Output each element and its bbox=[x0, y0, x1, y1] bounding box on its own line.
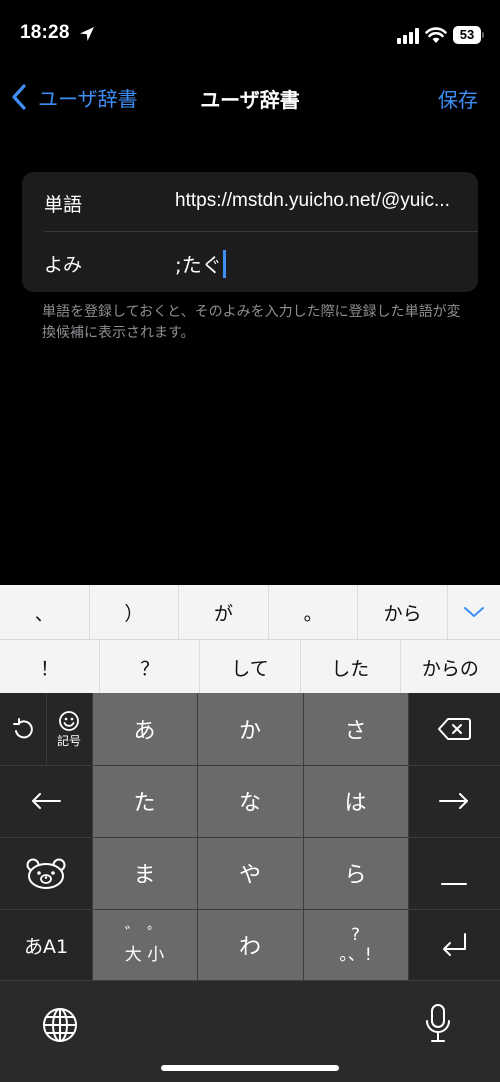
expand-candidates-button[interactable] bbox=[448, 585, 500, 639]
dictionary-entry-form: 単語 https://mstdn.yuicho.net/@yuic... よみ … bbox=[22, 172, 478, 292]
undo-icon bbox=[13, 718, 33, 739]
battery-icon: 53 bbox=[453, 26, 484, 44]
status-time: 18:28 bbox=[20, 22, 70, 43]
candidate-row-2: ！ ？ して した からの bbox=[0, 639, 500, 694]
return-key[interactable] bbox=[408, 909, 500, 981]
input-mode-key[interactable]: あA1 bbox=[0, 909, 92, 981]
candidate-item[interactable]: した bbox=[301, 640, 401, 694]
wifi-icon bbox=[425, 27, 447, 43]
kana-key-na[interactable]: な bbox=[197, 765, 303, 837]
text-cursor bbox=[222, 249, 226, 278]
symbol-key-label: 記号 bbox=[56, 733, 81, 748]
globe-icon[interactable] bbox=[42, 1007, 78, 1043]
candidate-item[interactable]: から bbox=[358, 585, 448, 639]
candidate-item[interactable]: ！ bbox=[0, 640, 101, 694]
candidate-item[interactable]: ） bbox=[90, 585, 180, 639]
candidate-bar: 、 ） が 。 から ！ ？ して した からの bbox=[0, 585, 500, 694]
return-icon bbox=[443, 933, 466, 956]
kana-key-wa[interactable]: わ bbox=[197, 909, 303, 981]
punctuation-key[interactable]: ? 。、! bbox=[303, 909, 408, 981]
candidate-item[interactable]: して bbox=[200, 640, 301, 694]
location-arrow-icon bbox=[80, 27, 94, 41]
status-bar: 18:28 53 bbox=[0, 0, 500, 70]
cursor-right-key[interactable] bbox=[408, 765, 500, 837]
chevron-down-icon bbox=[463, 607, 484, 617]
arrow-right-icon bbox=[439, 793, 468, 809]
dakuten-key[interactable]: ゛ ゜ 大 小 bbox=[92, 909, 197, 981]
key-grid: 記号 あ か さ た な は ま や ら あA1 ゛ ゜ 大 小 わ ? 。、! bbox=[0, 693, 500, 981]
battery-level: 53 bbox=[453, 26, 481, 44]
cellular-signal-icon bbox=[397, 28, 419, 44]
bear-emoticon-icon bbox=[26, 858, 66, 889]
candidate-item[interactable]: が bbox=[179, 585, 269, 639]
microphone-icon[interactable] bbox=[424, 1003, 452, 1045]
dakuten-key-top: ゛ ゜ bbox=[124, 925, 165, 945]
candidate-item[interactable]: ？ bbox=[100, 640, 201, 694]
dakuten-key-bottom: 大 小 bbox=[124, 945, 165, 965]
kana-key-ya[interactable]: や bbox=[197, 837, 303, 909]
kana-key-ka[interactable]: か bbox=[197, 693, 303, 765]
punctuation-key-bottom: 。、! bbox=[339, 945, 372, 965]
navigation-bar: ユーザ辞書 ユーザ辞書 保存 bbox=[0, 70, 500, 124]
word-label: 単語 bbox=[44, 194, 83, 216]
home-indicator[interactable] bbox=[161, 1065, 339, 1071]
yomi-label: よみ bbox=[44, 254, 83, 276]
page-title: ユーザ辞書 bbox=[200, 88, 300, 112]
space-key[interactable] bbox=[408, 837, 500, 909]
key-divider bbox=[0, 909, 500, 910]
key-divider bbox=[46, 693, 47, 765]
kana-key-ra[interactable]: ら bbox=[303, 837, 408, 909]
delete-icon bbox=[438, 718, 471, 740]
punctuation-key-top: ? bbox=[350, 925, 361, 945]
word-row[interactable]: 単語 https://mstdn.yuicho.net/@yuic... bbox=[22, 172, 478, 232]
space-icon bbox=[441, 883, 467, 885]
help-text: 単語を登録しておくと、そのよみを入力した際に登録した単語が変換候補に表示されます… bbox=[42, 304, 461, 341]
yomi-field-text: ;たぐ bbox=[175, 253, 222, 277]
cursor-left-key[interactable] bbox=[0, 765, 92, 837]
kana-key-ma[interactable]: ま bbox=[92, 837, 197, 909]
japanese-keyboard: 、 ） が 。 から ！ ？ して した からの 記号 あ か さ た な は … bbox=[0, 585, 500, 1082]
undo-key[interactable] bbox=[0, 693, 46, 765]
kana-key-a[interactable]: あ bbox=[92, 693, 197, 765]
yomi-row[interactable]: よみ ;たぐ bbox=[22, 232, 478, 292]
save-button[interactable]: 保存 bbox=[438, 84, 478, 113]
battery-cap bbox=[482, 32, 484, 38]
candidate-item[interactable]: 、 bbox=[0, 585, 90, 639]
candidate-row-1: 、 ） が 。 から bbox=[0, 585, 500, 639]
candidate-item[interactable]: 。 bbox=[269, 585, 359, 639]
kaomoji-key[interactable] bbox=[0, 837, 92, 909]
key-divider bbox=[0, 837, 500, 838]
kana-key-ta[interactable]: た bbox=[92, 765, 197, 837]
candidate-item[interactable]: からの bbox=[401, 640, 500, 694]
symbol-key[interactable]: 記号 bbox=[46, 693, 92, 765]
arrow-left-icon bbox=[32, 793, 61, 809]
delete-key[interactable] bbox=[408, 693, 500, 765]
emoji-icon bbox=[59, 710, 79, 731]
yomi-field[interactable]: ;たぐ bbox=[175, 249, 226, 278]
kana-key-ha[interactable]: は bbox=[303, 765, 408, 837]
word-field[interactable]: https://mstdn.yuicho.net/@yuic... bbox=[175, 190, 465, 212]
kana-key-sa[interactable]: さ bbox=[303, 693, 408, 765]
key-divider bbox=[0, 765, 500, 766]
